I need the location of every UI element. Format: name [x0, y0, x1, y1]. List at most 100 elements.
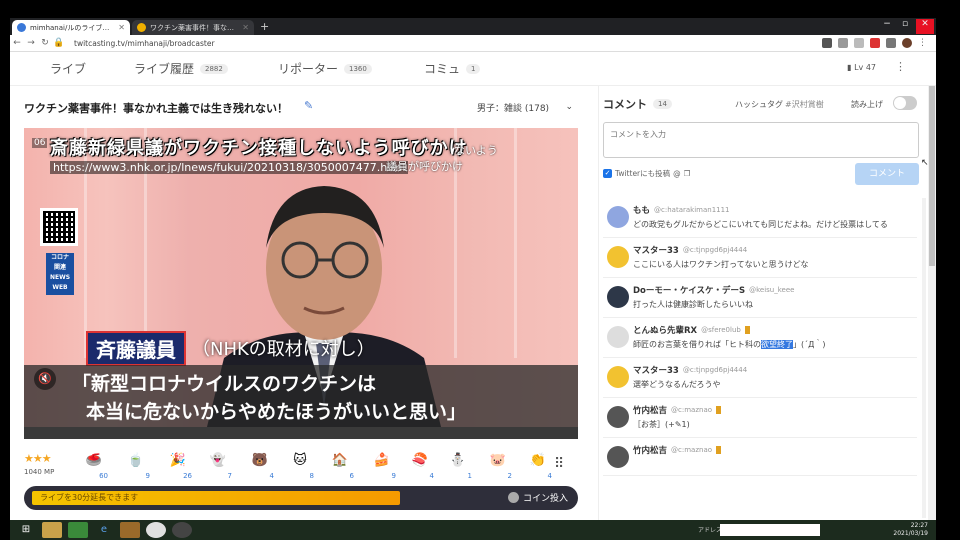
chrome-icon[interactable]	[146, 522, 166, 538]
puzzle-icon[interactable]	[886, 38, 896, 48]
read-aloud-toggle[interactable]	[893, 96, 917, 110]
browser-menu-icon[interactable]: ⋮	[918, 38, 928, 48]
excel-icon[interactable]	[68, 522, 88, 538]
windows-taskbar: ⊞ e アドレス 22:27 2021/03/19	[10, 520, 936, 540]
close-tab-icon[interactable]: ✕	[118, 23, 125, 32]
gift-cracker[interactable]: 🎉 26	[164, 450, 192, 480]
nav-item-history[interactable]: ライブ履歴 2882	[134, 60, 228, 77]
explorer-icon[interactable]	[42, 522, 62, 538]
avatar[interactable]	[607, 406, 629, 428]
back-icon[interactable]: ←	[10, 38, 24, 48]
close-tab-icon[interactable]: ✕	[242, 23, 249, 32]
gift-cake[interactable]: 🍰 9	[368, 450, 396, 480]
gift-stone[interactable]: 🥌 60	[80, 450, 108, 480]
commenter-name[interactable]: マスター33	[633, 364, 679, 376]
taskbar-address-field[interactable]	[720, 524, 820, 536]
mp-count: 1040 MP	[24, 468, 55, 476]
gift-bear[interactable]: 🐻 4	[246, 450, 274, 480]
new-tab-button[interactable]: +	[260, 20, 269, 33]
nav-label: ライブ履歴	[134, 62, 195, 76]
avatar[interactable]	[607, 206, 629, 228]
zoom-icon[interactable]	[838, 38, 848, 48]
profile-avatar[interactable]	[902, 38, 912, 48]
edit-pencil-icon[interactable]: ✎	[304, 99, 313, 112]
cake-icon: 🍰	[373, 453, 391, 468]
video-timestamp: 06	[32, 138, 48, 148]
commenter-name[interactable]: もも	[633, 204, 650, 216]
commenter-handle: @c:tjnpgd6pj4444	[682, 246, 748, 254]
comment-text: ［お茶］(+✎1)	[633, 420, 690, 429]
hashtag-value[interactable]: #沢村賞樹	[785, 99, 824, 110]
supporter-badge-icon	[716, 446, 722, 454]
commenter-name[interactable]: とんぬら先輩RX	[633, 324, 697, 336]
forward-icon[interactable]: →	[24, 38, 38, 48]
star-rating: ★★★	[24, 452, 52, 465]
more-menu-button[interactable]: ⋮	[895, 60, 906, 73]
category-select[interactable]: 男子：雑談 (178) ⌄	[471, 98, 579, 116]
gift-tea[interactable]: 🍵 9	[122, 450, 150, 480]
obs-icon[interactable]	[172, 522, 192, 538]
gift-snowman[interactable]: ⛄ 1	[444, 450, 472, 480]
level-indicator: ▮ Lv 47	[847, 63, 876, 72]
video-player[interactable]: 06 斎藤新緑県議がワクチン接種しないよう呼びかけ ないよう https://w…	[24, 128, 578, 439]
gift-house[interactable]: 🏠 6	[326, 450, 354, 480]
browser-tab-inactive[interactable]: ワクチン薬害事件！事なかれ主... ✕	[132, 20, 254, 35]
gift-ghost[interactable]: 👻 7	[204, 450, 232, 480]
maximize-button[interactable]: ▫	[896, 19, 914, 29]
avatar[interactable]	[607, 366, 629, 388]
browser-tab-active[interactable]: mimhanai/ルのライブ配信 ✕	[12, 20, 130, 35]
scrollbar-thumb[interactable]	[929, 86, 935, 266]
mute-icon[interactable]: 🔇	[34, 368, 56, 390]
comment-item: とんぬら先輩RX @sfere0lub 師匠のお言葉を借りれば「ヒト科の欲望終了」(…	[603, 318, 917, 358]
gift-sushi[interactable]: 🍣 4	[406, 450, 434, 480]
commenter-handle: @c:hatarakiman1111	[654, 206, 730, 214]
overlay-url-tail: 議員が呼びかけ	[386, 160, 463, 173]
commenter-name[interactable]: マスター33	[633, 244, 679, 256]
avatar[interactable]	[607, 326, 629, 348]
nav-item-live[interactable]: ライブ	[50, 60, 86, 77]
avatar[interactable]	[607, 246, 629, 268]
start-icon[interactable]: ⊞	[16, 522, 36, 538]
star-icon[interactable]	[854, 38, 864, 48]
nav-item-community[interactable]: コミュ 1	[424, 60, 481, 77]
media-icon[interactable]	[120, 522, 140, 538]
cast-icon[interactable]	[822, 38, 832, 48]
copy-icon[interactable]: ❐	[684, 169, 691, 178]
comment-title: コメント	[603, 98, 647, 111]
commenter-name[interactable]: 竹内松吉	[633, 444, 667, 456]
twitter-post-option[interactable]: ✓ Twitterにも投稿 @ ❐	[603, 168, 690, 179]
ie-icon[interactable]: e	[94, 522, 114, 538]
gift-cat[interactable]: 🐱 8	[286, 450, 314, 480]
ghost-icon: 👻	[209, 453, 227, 468]
comment-header: もも @c:hatarakiman1111	[633, 204, 917, 216]
mouse-cursor-icon: ↖	[921, 158, 929, 168]
comment-scrollbar[interactable]	[922, 198, 926, 518]
taskbar-clock[interactable]: 22:27 2021/03/19	[893, 522, 928, 538]
hashtag-label[interactable]: ハッシュタグ	[735, 99, 783, 110]
commenter-name[interactable]: Doーモー・ケイスケ・デーS	[633, 284, 745, 296]
window-close-button[interactable]: ✕	[916, 19, 934, 34]
gift-count: 26	[183, 472, 192, 480]
minimize-button[interactable]: −	[878, 19, 896, 29]
twitter-checkbox[interactable]: ✓	[603, 169, 612, 178]
nav-label: リポーター	[278, 62, 339, 76]
reload-icon[interactable]: ↻	[38, 38, 52, 48]
page-scrollbar[interactable]	[928, 86, 936, 520]
gift-count: 2	[507, 472, 512, 480]
gift-pig[interactable]: 🐷 2	[484, 450, 512, 480]
submit-comment-button[interactable]: コメント	[855, 163, 919, 185]
comment-input[interactable]	[603, 122, 919, 158]
url-field[interactable]: twitcasting.tv/mimhanaji/broadcaster	[74, 39, 215, 48]
gift-clap[interactable]: 👏 4	[524, 450, 552, 480]
extension-icon[interactable]	[870, 38, 880, 48]
avatar[interactable]	[607, 286, 629, 308]
gift-count: 9	[391, 472, 396, 480]
gift-count: 6	[349, 472, 354, 480]
commenter-name[interactable]: 竹内松吉	[633, 404, 667, 416]
nav-item-reporter[interactable]: リポーター 1360	[278, 60, 372, 77]
avatar[interactable]	[607, 446, 629, 468]
comment-text-part: 師匠のお言葉を借りれば「ヒト科の	[633, 340, 761, 349]
insert-coin-button[interactable]: コイン投入	[507, 491, 568, 504]
quote-line-1: 「新型コロナウイルスのワクチンは	[72, 373, 377, 395]
at-icon[interactable]: @	[673, 169, 681, 178]
